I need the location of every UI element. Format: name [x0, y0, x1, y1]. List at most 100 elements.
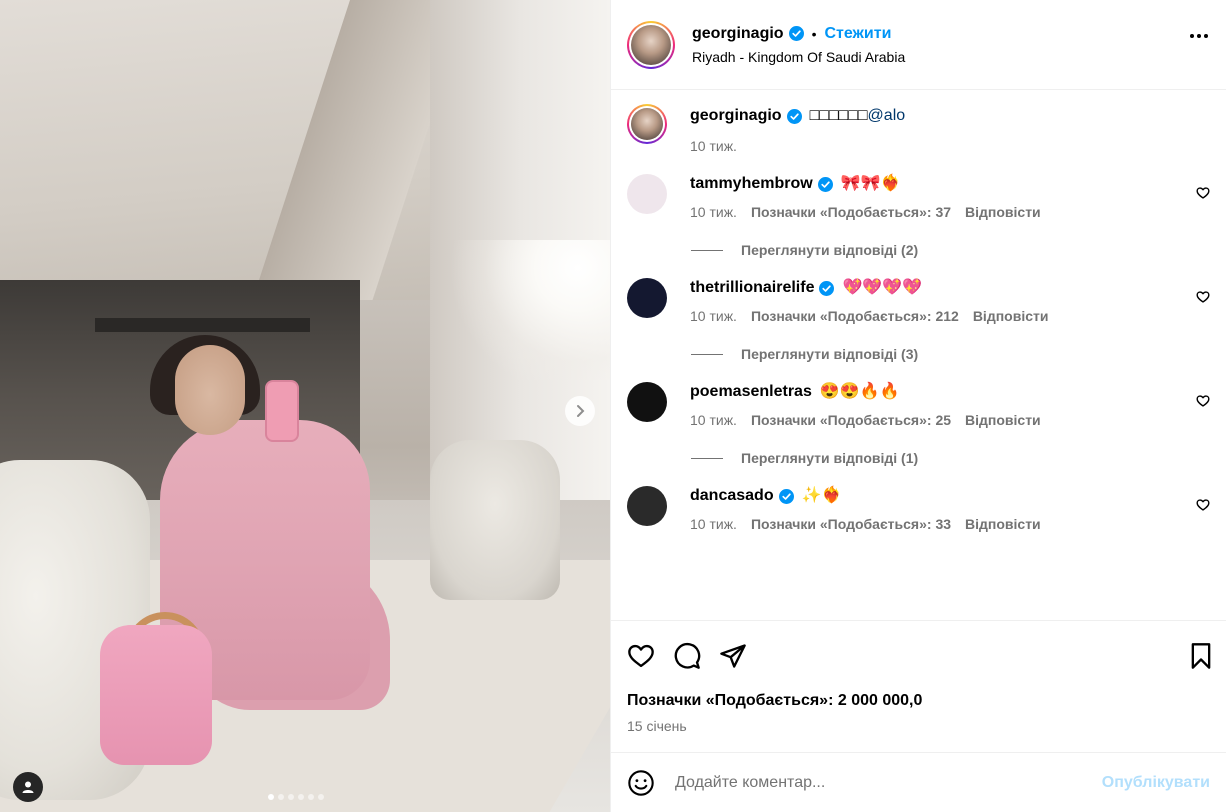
more-options-icon[interactable]: [1190, 34, 1208, 38]
comment-composer: Опублікувати: [611, 752, 1226, 812]
author-avatar[interactable]: [627, 20, 675, 69]
comment-text: ✨❤️‍🔥: [801, 487, 842, 504]
bookmark-icon: [1191, 642, 1211, 669]
photo-closet-strip: [95, 318, 310, 332]
heart-icon: [1196, 499, 1210, 511]
view-replies-button[interactable]: Переглянути відповіді (1): [691, 450, 1210, 466]
photo-stool: [430, 440, 560, 600]
share-icon: [720, 643, 746, 668]
comment-like-button[interactable]: [1196, 290, 1210, 309]
commenter-avatar[interactable]: [627, 486, 667, 526]
likes-count[interactable]: Позначки «Подобається»: 2 000 000,0: [611, 692, 1226, 710]
carousel-dot: [308, 794, 314, 800]
comment-item: dancasado ✨❤️‍🔥 10 тиж. Позначки «Подобаєть…: [627, 486, 1210, 532]
comment-text: 💖💖💖💖: [842, 279, 923, 296]
carousel-dot: [318, 794, 324, 800]
comment-text: 😍😍🔥🔥: [819, 383, 900, 400]
post-header: georginagio • Стежити Riyadh - Kingdom O…: [611, 0, 1226, 90]
post-location[interactable]: Riyadh - Kingdom Of Saudi Arabia: [692, 49, 905, 65]
chevron-right-icon: [577, 405, 585, 417]
photo-person-head: [175, 345, 245, 435]
reply-button[interactable]: Відповісти: [965, 412, 1041, 428]
reply-button[interactable]: Відповісти: [965, 204, 1041, 220]
caption-mention[interactable]: @alo: [868, 106, 906, 126]
replies-line: [691, 249, 723, 251]
comment-button[interactable]: [673, 642, 701, 670]
comment-time[interactable]: 10 тиж.: [690, 204, 737, 220]
reply-button[interactable]: Відповісти: [965, 516, 1041, 532]
comment-item: poemasenletras 😍😍🔥🔥 10 тиж. Позначки «Подоб…: [627, 382, 1210, 428]
verified-badge-icon: [817, 176, 833, 192]
header-separator: •: [811, 25, 817, 42]
verified-badge-icon: [778, 488, 794, 504]
comment-item: tammyhembrow 🎀🎀❤️‍🔥 10 тиж. Позначки «Подоб…: [627, 174, 1210, 220]
carousel-next-button[interactable]: [565, 396, 595, 426]
carousel-indicator: [268, 794, 324, 800]
replies-line: [691, 353, 723, 355]
commenter-username[interactable]: poemasenletras: [690, 382, 812, 402]
heart-icon: [1196, 395, 1210, 407]
view-replies-button[interactable]: Переглянути відповіді (2): [691, 242, 1210, 258]
comment-time[interactable]: 10 тиж.: [690, 308, 737, 324]
photo-phone: [265, 380, 299, 442]
save-button[interactable]: [1188, 642, 1214, 670]
comment-likes[interactable]: Позначки «Подобається»: 37: [751, 204, 951, 220]
comment-like-button[interactable]: [1196, 394, 1210, 413]
replies-line: [691, 457, 723, 459]
comment-text: 🎀🎀❤️‍🔥: [840, 175, 901, 192]
comment-like-button[interactable]: [1196, 186, 1210, 205]
photo-mirror-lights: [450, 240, 610, 380]
carousel-dot: [278, 794, 284, 800]
caption-username[interactable]: georginagio: [690, 106, 782, 126]
view-replies-label: Переглянути відповіді (3): [741, 346, 919, 362]
view-replies-button[interactable]: Переглянути відповіді (3): [691, 346, 1210, 362]
emoji-icon: [628, 769, 654, 796]
comment-likes[interactable]: Позначки «Подобається»: 33: [751, 516, 951, 532]
tagged-users-button[interactable]: [13, 772, 43, 802]
comment-time[interactable]: 10 тиж.: [690, 412, 737, 428]
emoji-button[interactable]: [627, 769, 655, 797]
comment-likes[interactable]: Позначки «Подобається»: 212: [751, 308, 959, 324]
comment-time[interactable]: 10 тиж.: [690, 516, 737, 532]
caption-time[interactable]: 10 тиж.: [690, 138, 737, 154]
share-button[interactable]: [719, 642, 747, 670]
verified-badge-icon: [788, 26, 804, 41]
heart-icon: [628, 644, 654, 667]
caption-text: □□□□□□: [809, 107, 868, 124]
commenter-username[interactable]: tammyhembrow: [690, 174, 813, 194]
commenter-avatar[interactable]: [627, 174, 667, 214]
post-comment-button[interactable]: Опублікувати: [1102, 774, 1210, 792]
author-username[interactable]: georginagio: [692, 25, 784, 43]
commenter-username[interactable]: dancasado: [690, 486, 774, 506]
view-replies-label: Переглянути відповіді (1): [741, 450, 919, 466]
photo-bag: [100, 625, 212, 765]
user-icon: [22, 781, 34, 793]
comment-item: thetrillionairelife 💖💖💖💖 10 тиж. Позначки «…: [627, 278, 1210, 324]
comment-icon: [674, 642, 701, 669]
reply-button[interactable]: Відповісти: [973, 308, 1049, 324]
caption-avatar[interactable]: [627, 104, 667, 144]
like-button[interactable]: [627, 642, 655, 670]
verified-badge-icon: [819, 280, 835, 296]
comments-list[interactable]: georginagio □□□□□□ @alo 10 тиж. tammyhem…: [611, 90, 1226, 620]
post-viewer: georginagio • Стежити Riyadh - Kingdom O…: [0, 0, 1226, 812]
heart-icon: [1196, 187, 1210, 199]
post-side-panel: georginagio • Стежити Riyadh - Kingdom O…: [610, 0, 1226, 812]
carousel-dot: [288, 794, 294, 800]
comment-input[interactable]: [675, 773, 1102, 792]
verified-badge-icon: [786, 108, 802, 124]
commenter-username[interactable]: thetrillionairelife: [690, 278, 814, 298]
commenter-avatar[interactable]: [627, 382, 667, 422]
comment-like-button[interactable]: [1196, 498, 1210, 517]
post-date[interactable]: 15 січень: [611, 718, 1226, 752]
post-photo[interactable]: [0, 0, 610, 812]
post-caption: georginagio □□□□□□ @alo 10 тиж.: [627, 104, 1210, 154]
commenter-avatar[interactable]: [627, 278, 667, 318]
carousel-dot: [268, 794, 274, 800]
view-replies-label: Переглянути відповіді (2): [741, 242, 919, 258]
follow-button[interactable]: Стежити: [824, 25, 891, 43]
post-actions: [611, 620, 1226, 690]
comment-likes[interactable]: Позначки «Подобається»: 25: [751, 412, 951, 428]
carousel-dot: [298, 794, 304, 800]
heart-icon: [1196, 291, 1210, 303]
